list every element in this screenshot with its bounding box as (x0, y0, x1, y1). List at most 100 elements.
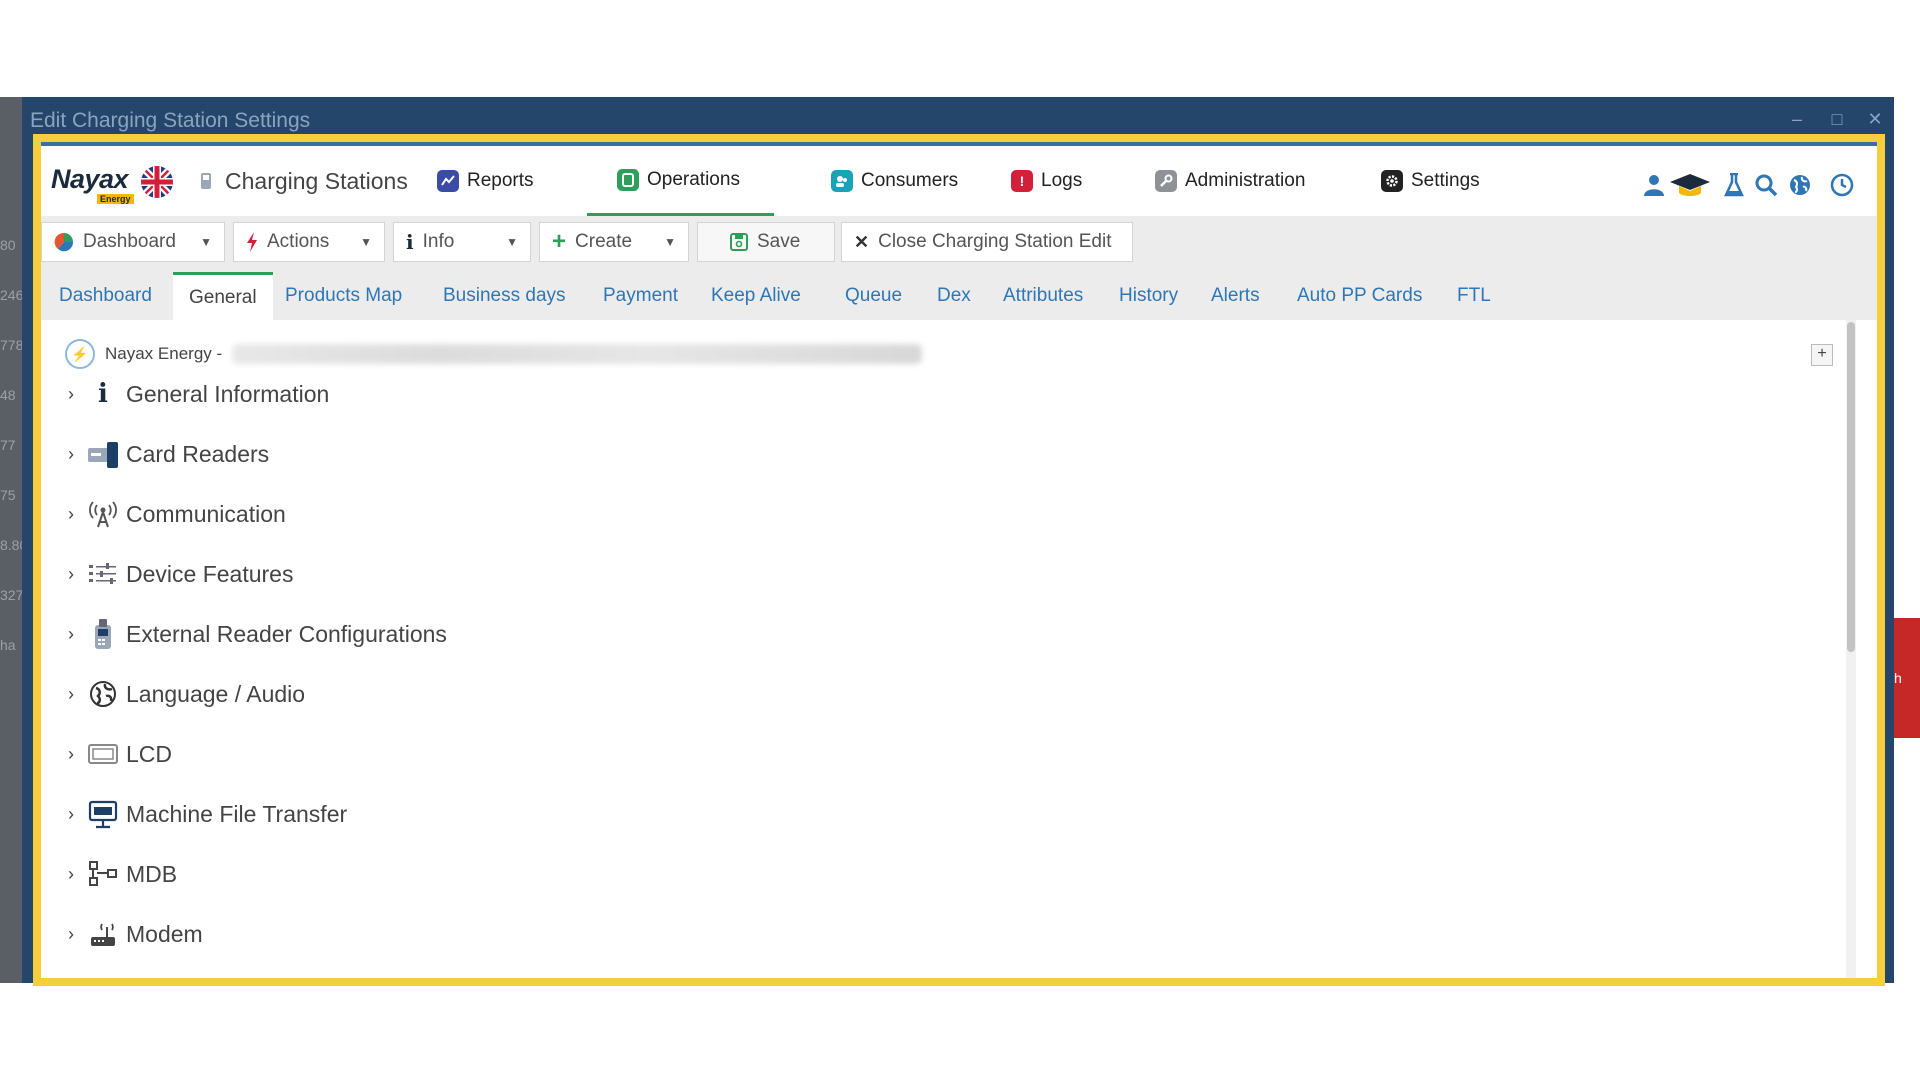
gear-icon (1381, 170, 1403, 192)
caret-down-icon: ▼ (200, 235, 212, 249)
nav-logs[interactable]: ! Logs (1011, 146, 1082, 216)
save-icon (730, 233, 748, 251)
chevron-right-icon: › (68, 623, 74, 644)
window-content: Nayax Energy Charging Stations Reports O… (41, 142, 1877, 978)
tab-queue[interactable]: Queue (845, 272, 902, 320)
scrollbar-thumb[interactable] (1847, 322, 1855, 652)
tab-dashboard[interactable]: Dashboard (59, 272, 152, 320)
create-dropdown[interactable]: + Create ▼ (539, 222, 689, 262)
user-icon[interactable] (1641, 172, 1667, 198)
info-icon: i (406, 230, 414, 254)
top-navigation: Nayax Energy Charging Stations Reports O… (41, 146, 1877, 216)
administration-icon (1155, 170, 1177, 192)
modem-icon (87, 918, 119, 950)
breadcrumb: ⚡ Nayax Energy - (65, 338, 923, 370)
tree-item-device-features[interactable]: › Device Features (55, 552, 1815, 596)
plus-icon: + (552, 228, 567, 255)
tab-keep-alive[interactable]: Keep Alive (711, 272, 801, 320)
caret-down-icon: ▼ (360, 235, 372, 249)
charging-stations-icon (199, 170, 215, 192)
background-numbers: 80 246 778 48 77 75 8.80 327 ha (0, 237, 22, 653)
chevron-right-icon: › (68, 383, 74, 404)
tab-business-days[interactable]: Business days (443, 272, 566, 320)
background-right-strip (1894, 97, 1920, 983)
uk-flag-icon[interactable] (141, 166, 173, 198)
operations-icon (617, 168, 639, 191)
consumers-icon (831, 170, 853, 192)
tree-item-card-readers[interactable]: › Card Readers (55, 432, 1815, 476)
nav-consumers[interactable]: Consumers (831, 146, 958, 216)
chevron-right-icon: › (68, 683, 74, 704)
nav-reports[interactable]: Reports (437, 146, 534, 216)
caret-down-icon: ▼ (506, 235, 518, 249)
tab-dex[interactable]: Dex (937, 272, 971, 320)
tab-history[interactable]: History (1119, 272, 1178, 320)
tree-item-communication[interactable]: › Communication (55, 492, 1815, 536)
tab-bar: Dashboard General Products Map Business … (41, 272, 1877, 320)
reports-icon (437, 170, 459, 192)
nav-charging-stations[interactable]: Charging Stations (199, 146, 408, 216)
tab-products-map[interactable]: Products Map (285, 272, 402, 320)
toolbar: Dashboard ▼ Actions ▼ i Info ▼ + Create … (41, 216, 1877, 272)
save-button[interactable]: Save (697, 222, 835, 262)
lightning-icon (246, 232, 258, 252)
close-icon: ✕ (854, 231, 870, 252)
card-reader-icon (87, 438, 119, 470)
logs-icon: ! (1011, 170, 1033, 192)
maximize-button[interactable]: □ (1822, 107, 1852, 131)
info-dropdown[interactable]: i Info ▼ (393, 222, 531, 262)
mdb-icon (87, 858, 119, 890)
window-title: Edit Charging Station Settings (30, 109, 311, 132)
nav-settings[interactable]: Settings (1381, 146, 1480, 216)
window-title-bar: Edit Charging Station Settings – □ ✕ (22, 97, 1894, 137)
chevron-right-icon: › (68, 563, 74, 584)
tree-item-modem[interactable]: › Modem (55, 912, 1815, 956)
tree-item-language-audio[interactable]: › Language / Audio (55, 672, 1815, 716)
settings-tree-panel: ⚡ Nayax Energy - + › i General Informati… (41, 320, 1877, 978)
tab-payment[interactable]: Payment (603, 272, 678, 320)
highlight-frame: Nayax Energy Charging Stations Reports O… (33, 134, 1885, 986)
chevron-right-icon: › (68, 863, 74, 884)
ftp-icon (87, 798, 119, 830)
tree-item-general-information[interactable]: › i General Information (55, 372, 1815, 416)
station-logo-icon: ⚡ (65, 339, 95, 369)
dashboard-dropdown[interactable]: Dashboard ▼ (41, 222, 225, 262)
chevron-right-icon: › (68, 923, 74, 944)
chevron-right-icon: › (68, 443, 74, 464)
tree-item-external-reader-configurations[interactable]: › External Reader Configurations (55, 612, 1815, 656)
clock-icon[interactable] (1829, 172, 1855, 198)
external-reader-icon (87, 618, 119, 650)
tree-item-mdb[interactable]: › MDB (55, 852, 1815, 896)
academy-icon[interactable] (1669, 172, 1711, 198)
tab-general[interactable]: General (173, 272, 273, 320)
minimize-button[interactable]: – (1782, 107, 1812, 131)
redacted-station-name (232, 344, 923, 364)
pie-chart-icon (54, 232, 74, 252)
nayax-logo[interactable]: Nayax Energy (51, 164, 134, 204)
caret-down-icon: ▼ (664, 235, 676, 249)
features-list-icon (87, 558, 119, 590)
close-edit-button[interactable]: ✕ Close Charging Station Edit (841, 222, 1133, 262)
search-icon[interactable] (1753, 172, 1779, 198)
tree-item-machine-file-transfer[interactable]: › Machine File Transfer (55, 792, 1815, 836)
chevron-right-icon: › (68, 503, 74, 524)
tab-alerts[interactable]: Alerts (1211, 272, 1260, 320)
globe-icon[interactable] (1787, 172, 1813, 198)
close-window-button[interactable]: ✕ (1860, 107, 1890, 131)
tab-attributes[interactable]: Attributes (1003, 272, 1083, 320)
nav-operations[interactable]: Operations (587, 146, 774, 216)
lab-flask-icon[interactable] (1721, 172, 1747, 198)
background-red-button: h (1894, 618, 1920, 738)
globe-audio-icon (87, 678, 119, 710)
nav-administration[interactable]: Administration (1155, 146, 1305, 216)
actions-dropdown[interactable]: Actions ▼ (233, 222, 385, 262)
tab-auto-pp-cards[interactable]: Auto PP Cards (1297, 272, 1422, 320)
antenna-icon (87, 498, 119, 530)
edit-charging-station-window: Edit Charging Station Settings – □ ✕ Nay… (22, 97, 1894, 986)
tree-item-lcd[interactable]: › LCD (55, 732, 1815, 776)
chevron-right-icon: › (68, 743, 74, 764)
expand-all-button[interactable]: + (1811, 344, 1833, 366)
lcd-icon (87, 738, 119, 770)
tab-ftl[interactable]: FTL (1457, 272, 1491, 320)
info-icon: i (98, 379, 108, 409)
